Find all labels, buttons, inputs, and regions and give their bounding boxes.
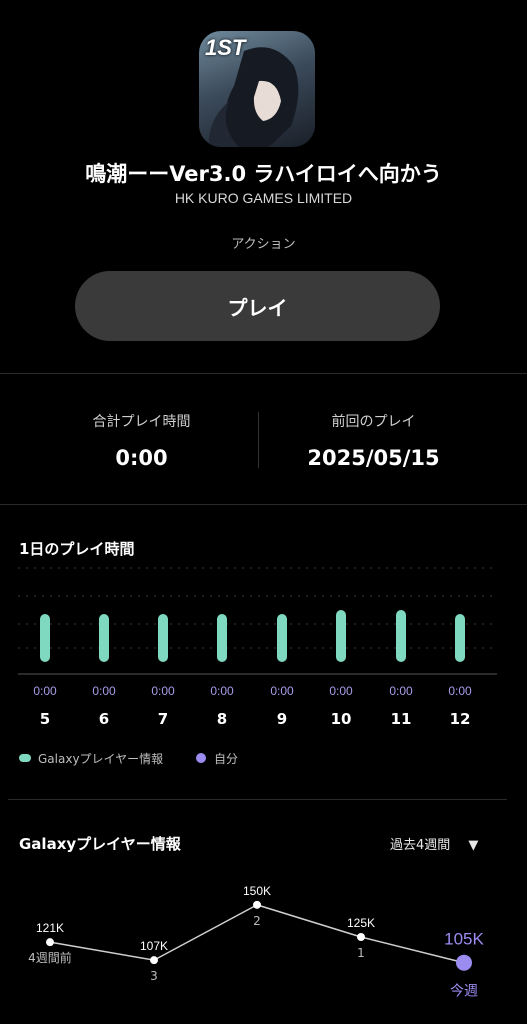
daily-bar	[40, 614, 50, 662]
legend-galaxy-swatch	[19, 754, 31, 762]
daily-bar	[396, 610, 406, 662]
divider	[0, 504, 527, 505]
developer-name: HK KURO GAMES LIMITED	[174, 190, 353, 206]
last-played-label: 前回のプレイ	[331, 414, 416, 430]
daily-playtime-title: 1日のプレイ時間	[19, 540, 135, 558]
day-time-label: 0:00	[210, 684, 234, 698]
day-number-label: 5	[39, 710, 51, 728]
day-time-label: 0:00	[270, 684, 294, 698]
galaxy-info-title: Galaxyプレイヤー情報	[19, 835, 181, 853]
week-label: 4週間前	[28, 950, 72, 965]
day-time-label: 0:00	[92, 684, 116, 698]
legend-self-label: 自分	[214, 752, 239, 766]
value-label: 150K	[243, 884, 271, 898]
total-playtime-value: 0:00	[115, 446, 168, 470]
week-label: 2	[253, 914, 261, 928]
daily-bars-chart	[18, 567, 497, 675]
current-week-point	[456, 954, 472, 971]
day-time-label: 0:00	[329, 684, 353, 698]
last-played-value: 2025/05/15	[307, 446, 440, 470]
day-time-label: 0:00	[389, 684, 413, 698]
legend-galaxy-label: Galaxyプレイヤー情報	[38, 752, 164, 766]
day-number-label: 12	[449, 710, 471, 728]
divider	[0, 373, 527, 374]
daily-bar	[455, 614, 465, 662]
genre-label: アクション	[231, 237, 296, 252]
day-number-label: 11	[390, 710, 412, 728]
weekly-trend-chart: 121K 4週間前 107K 3 150K 2 125K 1 105K 今週	[28, 884, 484, 1000]
daily-bar	[99, 614, 109, 662]
daily-bar	[277, 614, 287, 662]
caret-down-icon: ▼	[468, 838, 479, 853]
day-number-label: 7	[157, 710, 169, 728]
trend-point	[253, 900, 261, 909]
day-time-label: 0:00	[33, 684, 57, 698]
week-label: 3	[150, 969, 158, 983]
trend-point	[46, 938, 54, 947]
period-dropdown[interactable]: 過去4週間 ▼	[390, 834, 478, 853]
divider	[8, 799, 507, 800]
daily-bar	[158, 614, 168, 662]
day-number-label: 6	[98, 710, 110, 728]
day-time-label: 0:00	[151, 684, 175, 698]
daily-bar	[217, 614, 227, 662]
week-label: 1	[357, 946, 365, 960]
trend-point	[357, 933, 365, 941]
period-dropdown-label: 過去4週間	[390, 838, 451, 853]
week-label: 今週	[450, 984, 478, 1000]
value-label: 105K	[444, 930, 484, 949]
rank-badge: 1ST	[205, 35, 246, 60]
day-number-label: 10	[330, 710, 352, 728]
trend-point	[150, 956, 158, 965]
legend-self-swatch	[196, 753, 206, 763]
value-label: 121K	[36, 921, 64, 935]
day-number-label: 8	[216, 710, 228, 728]
value-label: 107K	[140, 939, 168, 953]
day-number-label: 9	[276, 710, 288, 728]
game-title: 鳴潮ーーVer3.0 ラハイロイへ向かう	[85, 162, 442, 186]
app-icon[interactable]: 1ST	[199, 31, 315, 147]
play-button[interactable]: プレイ	[75, 271, 440, 341]
total-playtime-label: 合計プレイ時間	[92, 414, 191, 430]
day-time-label: 0:00	[448, 684, 472, 698]
daily-bar	[336, 610, 346, 662]
value-label: 125K	[347, 916, 375, 930]
